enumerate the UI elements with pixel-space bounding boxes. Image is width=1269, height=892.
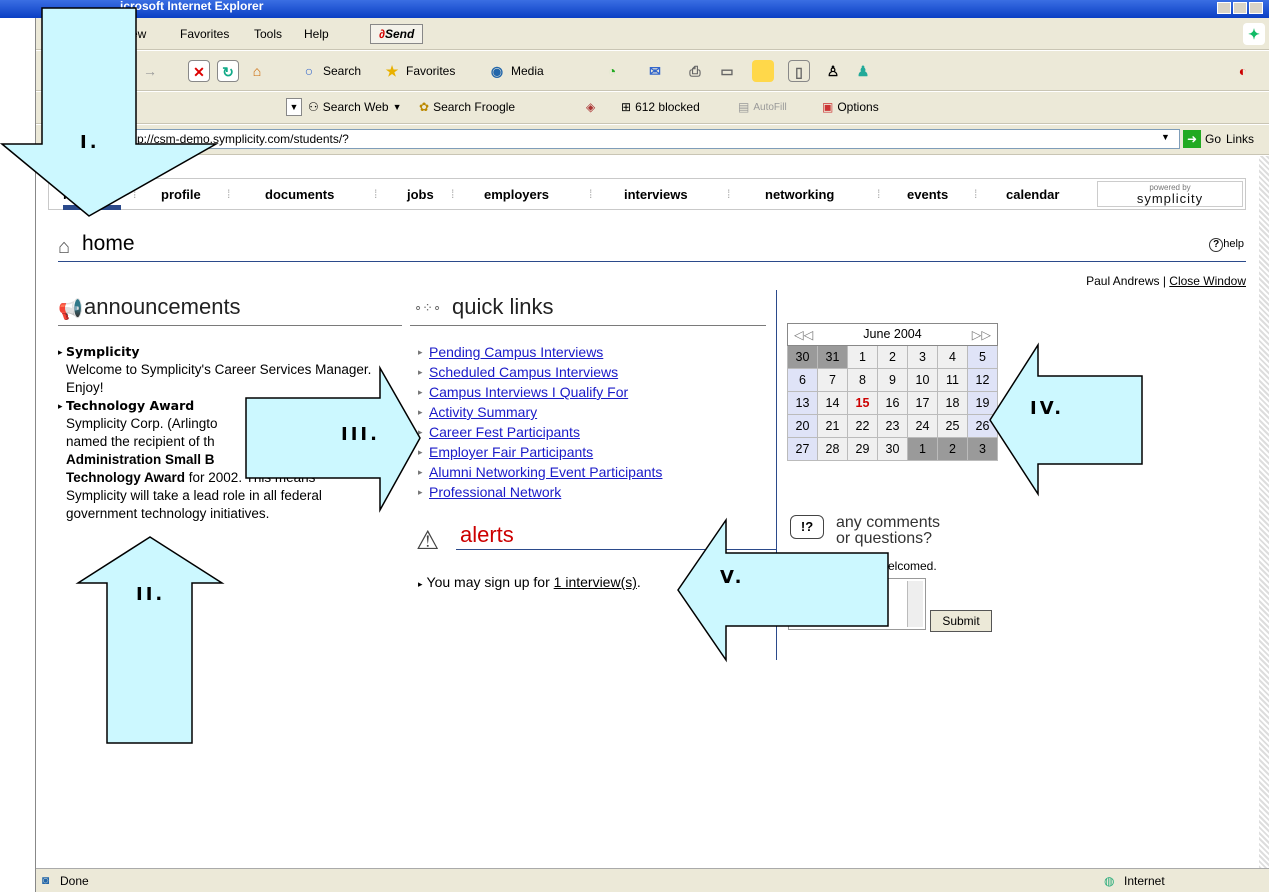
annotation-label-ii: II. bbox=[136, 584, 165, 605]
annotation-overlay: I. II. III. IV. V. bbox=[0, 7, 1143, 744]
annotation-label-iii: III. bbox=[341, 424, 380, 445]
annotation-arrow-ii bbox=[75, 536, 225, 744]
annotation-label-v: V. bbox=[720, 567, 744, 588]
annotation-arrow-iv bbox=[989, 342, 1143, 497]
annotation-label-iv: IV. bbox=[1030, 398, 1064, 419]
annotation-arrow-i bbox=[0, 7, 219, 217]
annotation-arrow-iii bbox=[245, 365, 421, 513]
annotation-label-i: I. bbox=[80, 132, 100, 153]
annotation-arrow-v bbox=[677, 517, 889, 663]
